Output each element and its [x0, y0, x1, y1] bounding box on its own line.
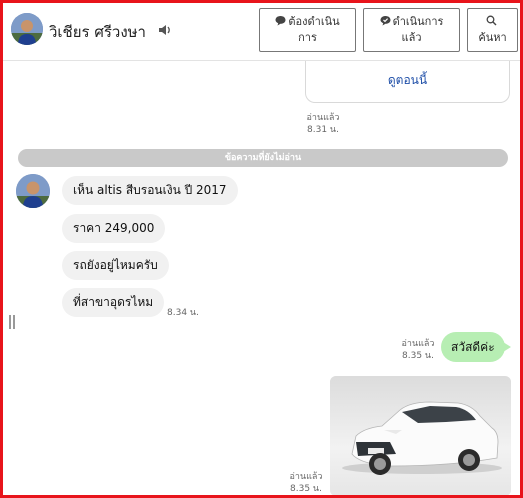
previous-card-message: ดูตอนนี้: [305, 61, 510, 103]
read-status: อ่านแล้ว: [289, 472, 323, 482]
outgoing-image-meta: อ่านแล้ว 8.35 น.: [284, 471, 328, 495]
car-image-message[interactable]: [330, 376, 511, 495]
chat-header: วิเชียร ศรีวงษา ต้องดำเนิน การ ดำเนินการ…: [3, 3, 520, 61]
incoming-message: ราคา 249,000: [62, 214, 166, 243]
message-time: 8.34 น.: [167, 308, 199, 318]
done-button[interactable]: ดำเนินการ แล้ว: [363, 8, 460, 52]
incoming-message: เห็น altis สีบรอนเงิน ปี 2017: [62, 176, 238, 205]
message-time: 8.31 น.: [307, 125, 339, 135]
car-photo: [330, 376, 511, 495]
search-button[interactable]: ค้นหา: [467, 8, 518, 52]
search-label: ค้นหา: [478, 31, 507, 44]
chat-check-icon: [380, 16, 391, 26]
contact-avatar[interactable]: [11, 13, 43, 45]
read-status: อ่านแล้ว: [306, 113, 340, 123]
previous-card-meta: อ่านแล้ว 8.31 น.: [301, 112, 345, 136]
search-icon: [486, 15, 497, 26]
sender-avatar[interactable]: [16, 174, 50, 208]
chat-window: วิเชียร ศรีวงษา ต้องดำเนิน การ ดำเนินการ…: [0, 0, 523, 498]
incoming-message: ที่สาขาอุดรไหม: [62, 288, 165, 317]
done-label-2: แล้ว: [401, 31, 422, 44]
resize-handle[interactable]: [9, 315, 15, 329]
message-time: 8.35 น.: [290, 484, 322, 494]
done-label-1: ดำเนินการ: [392, 15, 444, 28]
view-now-link[interactable]: ดูตอนนี้: [306, 71, 509, 90]
outgoing-message: สวัสดีค่ะ: [441, 332, 511, 362]
speaker-icon[interactable]: [158, 24, 172, 36]
unread-divider: ข้อความที่ยังไม่อ่าน: [18, 149, 508, 167]
contact-name[interactable]: วิเชียร ศรีวงษา: [49, 20, 146, 44]
message-time: 8.35 น.: [402, 351, 434, 361]
todo-label-2: การ: [298, 31, 317, 44]
speech-bubble-icon: [275, 16, 286, 26]
todo-label-1: ต้องดำเนิน: [288, 15, 340, 28]
incoming-message: รถยังอยู่ไหมครับ: [62, 251, 169, 280]
todo-button[interactable]: ต้องดำเนิน การ: [259, 8, 356, 52]
read-status: อ่านแล้ว: [401, 339, 435, 349]
outgoing-text-meta: อ่านแล้ว 8.35 น.: [396, 338, 440, 362]
